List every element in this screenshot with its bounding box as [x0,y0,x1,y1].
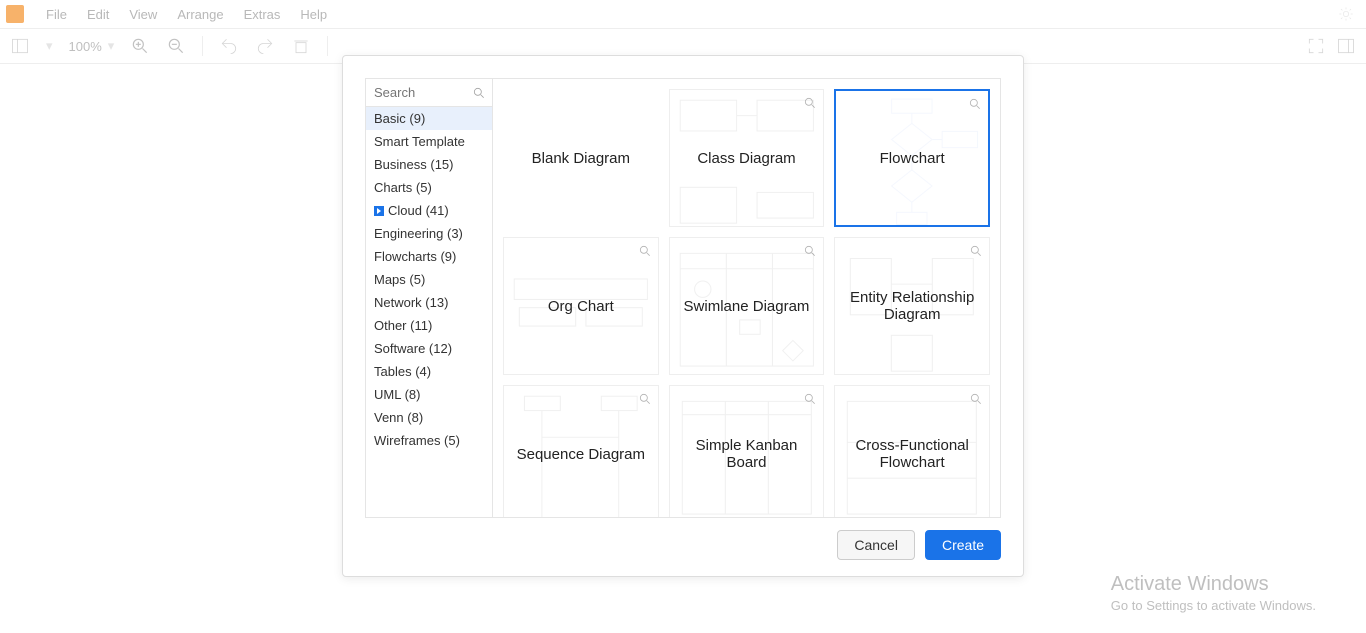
category-item[interactable]: Other (11) [366,314,492,337]
category-item[interactable]: Tables (4) [366,360,492,383]
template-card[interactable]: Cross-Functional Flowchart [834,385,990,518]
search-icon[interactable] [472,86,486,100]
template-label: Class Diagram [697,150,795,167]
template-sidebar: Basic (9) Smart Template Business (15) Char… [365,78,493,518]
create-button[interactable]: Create [925,530,1001,560]
category-label: Maps (5) [374,272,425,287]
category-label: Software (12) [374,341,452,356]
expander-icon[interactable] [374,206,384,216]
category-item[interactable]: Basic (9) [366,107,492,130]
category-item[interactable]: Venn (8) [366,406,492,429]
category-label: Smart Template [374,134,465,149]
cancel-button[interactable]: Cancel [837,530,915,560]
preview-icon[interactable] [968,97,982,111]
category-label: Basic (9) [374,111,425,126]
category-label: Charts (5) [374,180,432,195]
category-item[interactable]: Flowcharts (9) [366,245,492,268]
template-label: Simple Kanban Board [676,437,818,471]
preview-icon[interactable] [638,244,652,258]
category-item[interactable]: Cloud (41) [366,199,492,222]
category-label: Venn (8) [374,410,423,425]
template-label: Org Chart [548,298,614,315]
category-label: Network (13) [374,295,448,310]
preview-icon[interactable] [638,392,652,406]
category-label: Other (11) [374,318,432,333]
template-label: Blank Diagram [532,150,630,167]
category-item[interactable]: Maps (5) [366,268,492,291]
category-label: Flowcharts (9) [374,249,456,264]
category-label: Business (15) [374,157,453,172]
template-grid: Blank Diagram Class Diagram Flowchart Org C… [493,78,1001,518]
template-label: Cross-Functional Flowchart [841,437,983,471]
preview-icon[interactable] [803,392,817,406]
template-label: Flowchart [880,150,945,167]
category-item[interactable]: Business (15) [366,153,492,176]
category-item[interactable]: Smart Template [366,130,492,153]
category-item[interactable]: UML (8) [366,383,492,406]
category-label: Wireframes (5) [374,433,460,448]
activate-title: Activate Windows [1111,573,1316,596]
category-list: Basic (9) Smart Template Business (15) Char… [366,107,492,517]
activate-windows-watermark: Activate Windows Go to Settings to activ… [1111,573,1316,613]
new-diagram-dialog: Basic (9) Smart Template Business (15) Char… [342,55,1024,577]
template-card[interactable]: Flowchart [834,89,990,227]
category-label: UML (8) [374,387,420,402]
modal-overlay: Basic (9) Smart Template Business (15) Char… [0,0,1366,633]
preview-icon[interactable] [969,244,983,258]
category-item[interactable]: Software (12) [366,337,492,360]
template-card[interactable]: Entity Relationship Diagram [834,237,990,375]
template-card[interactable]: Blank Diagram [503,89,659,227]
category-label: Engineering (3) [374,226,463,241]
preview-icon[interactable] [969,392,983,406]
template-label: Sequence Diagram [517,446,645,463]
template-card[interactable]: Sequence Diagram [503,385,659,518]
template-card[interactable]: Org Chart [503,237,659,375]
preview-icon[interactable] [803,244,817,258]
category-item[interactable]: Charts (5) [366,176,492,199]
preview-icon[interactable] [803,96,817,110]
activate-subtitle: Go to Settings to activate Windows. [1111,598,1316,613]
category-item[interactable]: Wireframes (5) [366,429,492,452]
category-label: Tables (4) [374,364,431,379]
template-label: Swimlane Diagram [684,298,810,315]
category-item[interactable]: Engineering (3) [366,222,492,245]
category-label: Cloud (41) [388,203,449,218]
template-card[interactable]: Simple Kanban Board [669,385,825,518]
category-item[interactable]: Network (13) [366,291,492,314]
template-label: Entity Relationship Diagram [841,289,983,323]
template-card[interactable]: Swimlane Diagram [669,237,825,375]
template-card[interactable]: Class Diagram [669,89,825,227]
